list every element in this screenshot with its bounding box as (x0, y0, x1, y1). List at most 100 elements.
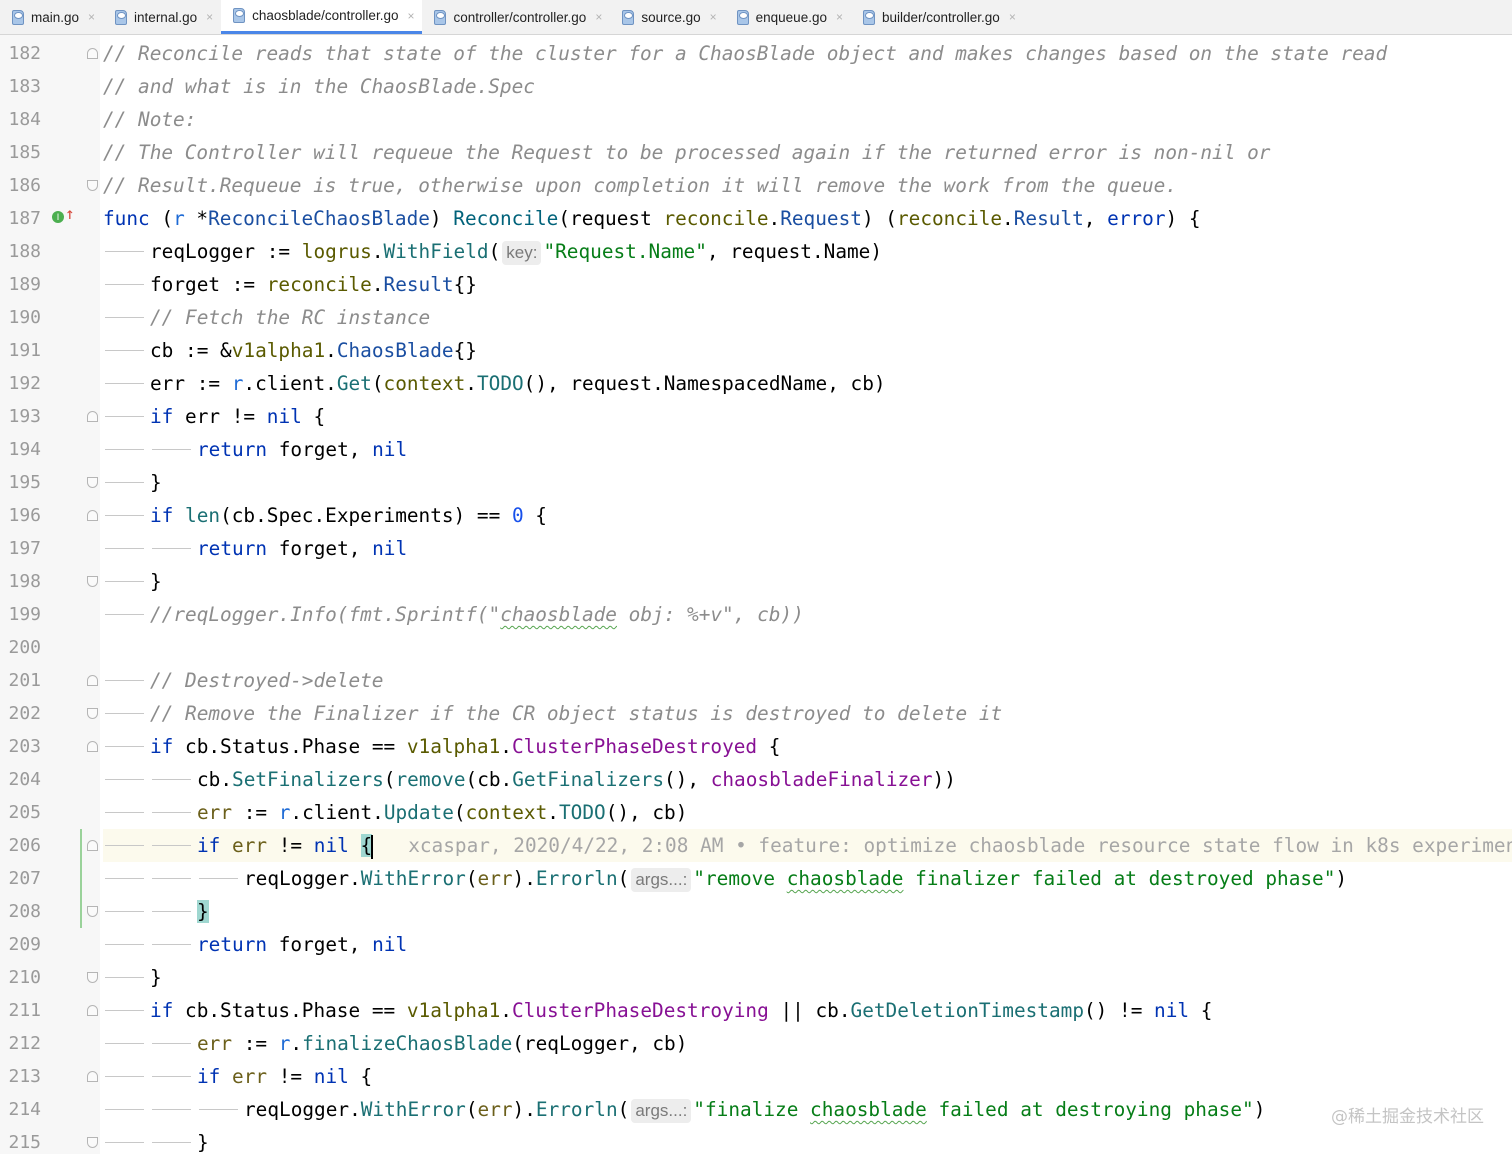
code-token: reqLogger. (244, 1098, 361, 1121)
close-icon[interactable]: × (595, 10, 602, 24)
code-token: .client. (290, 801, 384, 824)
fold-toggle-icon[interactable] (87, 477, 98, 488)
fold-toggle-icon[interactable] (87, 675, 98, 686)
code-token: TODO (558, 801, 606, 824)
code-token: err (477, 867, 513, 890)
code-line[interactable]: 204 cb.SetFinalizers(remove(cb.GetFinaliz… (0, 763, 1512, 796)
code-line[interactable]: 214 reqLogger.WithError(err).Errorln(args… (0, 1093, 1512, 1126)
code-line[interactable]: 205 err := r.client.Update(context.TODO()… (0, 796, 1512, 829)
fold-toggle-icon[interactable] (87, 741, 98, 752)
tab-label: chaosblade/controller.go (252, 8, 399, 23)
vcs-change-marker[interactable] (80, 895, 82, 928)
code-line[interactable]: 188 reqLogger := logrus.WithField(key: "Re… (0, 235, 1512, 268)
code-line[interactable]: 207 reqLogger.WithError(err).Errorln(args… (0, 862, 1512, 895)
parameter-hint: args...: (631, 1098, 692, 1123)
tab-enqueue-go[interactable]: enqueue.go × (725, 0, 851, 34)
code-line[interactable]: 186 // Result.Requeue is true, otherwise … (0, 169, 1512, 202)
code-line[interactable]: 212 err := r.finalizeChaosBlade(reqLogger… (0, 1027, 1512, 1060)
code-token: ( (465, 1098, 478, 1121)
code-line[interactable]: 208} (0, 895, 1512, 928)
fold-toggle-icon[interactable] (87, 1137, 98, 1148)
code-token: nil (313, 834, 349, 857)
code-line[interactable]: 190 // Fetch the RC instance (0, 301, 1512, 334)
tab-main-go[interactable]: main.go × (0, 0, 103, 34)
code-line[interactable]: 197 return forget, nil (0, 532, 1512, 565)
tab-internal-go[interactable]: internal.go × (103, 0, 221, 34)
code-token: err (477, 1098, 513, 1121)
code-text: if err != nil { (103, 400, 325, 433)
code-token: forget, (267, 537, 373, 560)
code-line[interactable]: 210} (0, 961, 1512, 994)
implementation-marker-icon[interactable]: I ↑ (52, 205, 75, 227)
vcs-change-marker[interactable] (80, 862, 82, 895)
code-token: // Remove the Finalizer if the CR object… (150, 702, 1003, 725)
code-line[interactable]: 185 // The Controller will requeue the Re… (0, 136, 1512, 169)
fold-toggle-icon[interactable] (87, 972, 98, 983)
vcs-change-marker[interactable] (80, 829, 82, 862)
line-number: 190 (8, 307, 41, 328)
code-line[interactable]: 211 if cb.Status.Phase == v1alpha1.Cluste… (0, 994, 1512, 1027)
code-line[interactable]: 209 return forget, nil (0, 928, 1512, 961)
code-line[interactable]: 189 forget := reconcile.Result{} (0, 268, 1512, 301)
code-line[interactable]: 201 // Destroyed->delete (0, 664, 1512, 697)
code-line[interactable]: 195} (0, 466, 1512, 499)
code-line[interactable]: 193 if err != nil { (0, 400, 1512, 433)
code-line[interactable]: 183 // and what is in the ChaosBlade.Spec (0, 70, 1512, 103)
code-line[interactable]: 200 (0, 631, 1512, 664)
code-line[interactable]: 194 return forget, nil (0, 433, 1512, 466)
code-line[interactable]: 182 // Reconcile reads that state of the … (0, 37, 1512, 70)
tab-source-go[interactable]: source.go × (610, 0, 724, 34)
code-token: SetFinalizers (232, 768, 384, 791)
indent-guide (103, 829, 150, 862)
code-line[interactable]: 196 if len(cb.Spec.Experiments) == 0 { (0, 499, 1512, 532)
code-line[interactable]: 187 I ↑ func (r *ReconcileChaosBlade) Recon… (0, 202, 1512, 235)
code-line[interactable]: 198} (0, 565, 1512, 598)
fold-toggle-icon[interactable] (87, 906, 98, 917)
tab-builder-controller-go[interactable]: builder/controller.go × (851, 0, 1024, 34)
code-line[interactable]: 199 //reqLogger.Info(fmt.Sprintf("chaosbl… (0, 598, 1512, 631)
close-icon[interactable]: × (407, 9, 414, 23)
fold-toggle-icon[interactable] (87, 840, 98, 851)
line-number: 198 (8, 571, 41, 592)
code-line[interactable]: 202 // Remove the Finalizer if the CR obj… (0, 697, 1512, 730)
fold-toggle-icon[interactable] (87, 1071, 98, 1082)
code-line[interactable]: 206 if err != nil { xcaspar, 2020/4/22, 2… (0, 829, 1512, 862)
tab-controller-controller-go[interactable]: controller/controller.go × (422, 0, 610, 34)
code-text: // The Controller will requeue the Reque… (103, 136, 1270, 169)
indent-guide (103, 730, 150, 763)
code-editor[interactable]: 182 // Reconcile reads that state of the … (0, 35, 1512, 1154)
tab-chaosblade-controller-go[interactable]: chaosblade/controller.go × (221, 0, 423, 34)
code-line[interactable]: 184 // Note: (0, 103, 1512, 136)
go-file-icon (862, 9, 875, 25)
code-line[interactable]: 192 err := r.client.Get(context.TODO(), r… (0, 367, 1512, 400)
code-token: () != (1084, 999, 1155, 1022)
close-icon[interactable]: × (206, 10, 213, 24)
code-token: (), (664, 768, 711, 791)
code-token: v1alpha1 (406, 999, 501, 1022)
code-line[interactable]: 213 if err != nil { (0, 1060, 1512, 1093)
close-icon[interactable]: × (710, 10, 717, 24)
close-icon[interactable]: × (836, 10, 843, 24)
close-icon[interactable]: × (88, 10, 95, 24)
code-token: Reconcile (453, 207, 559, 230)
fold-toggle-icon[interactable] (87, 576, 98, 587)
code-text: } (103, 961, 162, 994)
fold-toggle-icon[interactable] (87, 411, 98, 422)
code-token: context (383, 372, 466, 395)
close-icon[interactable]: × (1009, 10, 1016, 24)
code-token: .client. (243, 372, 337, 395)
indent-guide (103, 796, 150, 829)
code-token: (), request.NamespacedName, cb) (523, 372, 886, 395)
fold-toggle-icon[interactable] (87, 180, 98, 191)
fold-toggle-icon[interactable] (87, 1005, 98, 1016)
fold-toggle-icon[interactable] (87, 510, 98, 521)
fold-toggle-icon[interactable] (87, 48, 98, 59)
code-token: ( (149, 207, 174, 230)
code-line[interactable]: 203 if cb.Status.Phase == v1alpha1.Cluste… (0, 730, 1512, 763)
parameter-hint: key: (502, 240, 542, 265)
code-line[interactable]: 215} (0, 1126, 1512, 1159)
indent-guide (150, 928, 197, 961)
code-token: { (757, 735, 781, 758)
fold-toggle-icon[interactable] (87, 708, 98, 719)
code-line[interactable]: 191 cb := &v1alpha1.ChaosBlade{} (0, 334, 1512, 367)
